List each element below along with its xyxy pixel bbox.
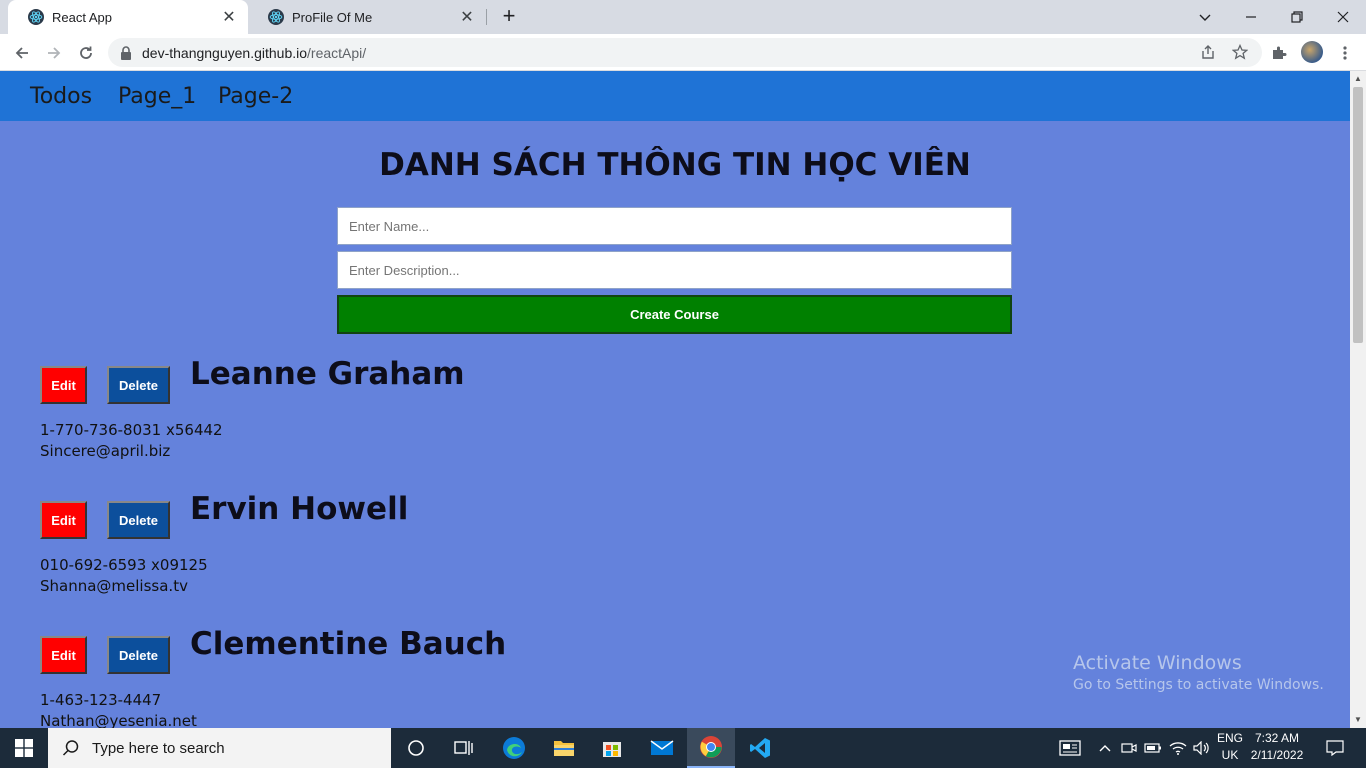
notifications-icon[interactable] xyxy=(1320,728,1350,768)
scroll-down-arrow-icon[interactable]: ▼ xyxy=(1350,712,1366,728)
close-icon[interactable]: ✕ xyxy=(220,8,238,26)
person-card: Edit Delete Leanne Graham 1-770-736-8031… xyxy=(40,356,940,496)
taskbar-search-box[interactable]: Type here to search xyxy=(48,728,391,768)
web-page: Todos Page_1 Page-2 DANH SÁCH THÔNG TIN … xyxy=(0,71,1350,728)
close-icon[interactable]: ✕ xyxy=(458,8,476,26)
person-name: Ervin Howell xyxy=(190,491,409,527)
edge-browser-icon[interactable] xyxy=(490,728,538,768)
system-clock[interactable]: 7:32 AM 2/11/2022 xyxy=(1244,730,1310,764)
windows-start-icon[interactable] xyxy=(0,728,48,768)
top-navbar: Todos Page_1 Page-2 xyxy=(0,71,1350,121)
restore-icon[interactable] xyxy=(1274,0,1320,34)
chevron-up-icon[interactable] xyxy=(1096,728,1114,768)
minimize-icon[interactable] xyxy=(1228,0,1274,34)
delete-button[interactable]: Delete xyxy=(107,501,170,539)
edit-button[interactable]: Edit xyxy=(40,366,87,404)
bookmark-star-icon[interactable] xyxy=(1230,42,1250,62)
new-tab-button[interactable]: + xyxy=(498,5,520,28)
tab-strip: React App ✕ ProFile Of Me ✕ + xyxy=(0,0,1366,34)
extensions-puzzle-icon[interactable] xyxy=(1268,42,1290,64)
person-email: Nathan@yesenia.net xyxy=(40,712,197,728)
nav-link-page-2[interactable]: Page-2 xyxy=(218,84,293,109)
close-window-icon[interactable] xyxy=(1320,0,1366,34)
clock-date: 2/11/2022 xyxy=(1250,748,1304,762)
profile-avatar[interactable] xyxy=(1301,41,1323,63)
name-input[interactable] xyxy=(337,207,1012,245)
nav-link-page-1[interactable]: Page_1 xyxy=(118,84,196,109)
news-widget-icon[interactable] xyxy=(1056,728,1084,768)
react-icon xyxy=(28,9,44,25)
address-bar[interactable]: dev-thangnguyen.github.io/reactApi/ xyxy=(108,38,1262,67)
language-region: UK xyxy=(1221,748,1239,762)
chrome-icon[interactable] xyxy=(687,728,735,768)
microsoft-store-icon[interactable] xyxy=(588,728,636,768)
volume-icon[interactable] xyxy=(1190,728,1214,768)
person-email: Shanna@melissa.tv xyxy=(40,577,188,595)
person-name: Leanne Graham xyxy=(190,356,465,392)
react-icon xyxy=(268,9,284,25)
watermark-title: Activate Windows xyxy=(1073,652,1242,674)
windows-taskbar: Type here to search ENG UK 7:32 AM 2/11/… xyxy=(0,728,1366,768)
nav-link-todos[interactable]: Todos xyxy=(30,84,92,109)
wifi-icon[interactable] xyxy=(1166,728,1190,768)
language-code: ENG xyxy=(1216,731,1243,745)
search-icon xyxy=(62,740,79,756)
vscode-icon[interactable] xyxy=(736,728,784,768)
scroll-thumb[interactable] xyxy=(1353,87,1363,343)
reload-icon[interactable] xyxy=(72,39,100,67)
file-explorer-icon[interactable] xyxy=(540,728,588,768)
description-input[interactable] xyxy=(337,251,1012,289)
battery-icon[interactable] xyxy=(1142,728,1164,768)
watermark-subtitle: Go to Settings to activate Windows. xyxy=(1073,677,1324,693)
cortana-icon[interactable] xyxy=(392,728,440,768)
search-placeholder: Type here to search xyxy=(92,739,225,757)
task-view-icon[interactable] xyxy=(440,728,488,768)
person-phone: 010-692-6593 x09125 xyxy=(40,556,208,574)
edit-button[interactable]: Edit xyxy=(40,636,87,674)
url-domain: dev-thangnguyen.github.io xyxy=(142,44,308,61)
tab-divider xyxy=(486,9,487,25)
person-email: Sincere@april.biz xyxy=(40,442,171,460)
scroll-up-arrow-icon[interactable]: ▲ xyxy=(1350,71,1366,87)
person-card: Edit Delete Clementine Bauch 1-463-123-4… xyxy=(40,626,940,728)
share-icon[interactable] xyxy=(1198,42,1218,62)
tab-search-chevron-icon[interactable] xyxy=(1182,0,1228,34)
person-name: Clementine Bauch xyxy=(190,626,507,662)
tab-title: React App xyxy=(52,9,112,25)
input-language[interactable]: ENG UK xyxy=(1214,730,1246,764)
page-scrollbar[interactable]: ▲ ▼ xyxy=(1350,71,1366,728)
tab-profile[interactable]: ProFile Of Me ✕ xyxy=(248,0,486,34)
lock-icon xyxy=(121,45,131,60)
tab-react-app[interactable]: React App ✕ xyxy=(8,0,248,34)
more-menu-icon[interactable] xyxy=(1334,42,1356,64)
page-title: DANH SÁCH THÔNG TIN HỌC VIÊN xyxy=(379,147,971,183)
person-phone: 1-770-736-8031 x56442 xyxy=(40,421,223,439)
clock-time: 7:32 AM xyxy=(1254,731,1300,745)
back-arrow-icon[interactable] xyxy=(8,39,36,67)
person-card: Edit Delete Ervin Howell 010-692-6593 x0… xyxy=(40,491,940,631)
url-path: /reactApi/ xyxy=(307,44,367,61)
tab-title: ProFile Of Me xyxy=(292,9,373,25)
delete-button[interactable]: Delete xyxy=(107,366,170,404)
meet-now-icon[interactable] xyxy=(1118,728,1140,768)
create-course-button[interactable]: Create Course xyxy=(337,295,1012,334)
mail-icon[interactable] xyxy=(638,728,686,768)
activate-windows-watermark: Activate Windows Go to Settings to activ… xyxy=(1073,652,1324,693)
browser-toolbar: dev-thangnguyen.github.io/reactApi/ xyxy=(0,34,1366,71)
forward-arrow-icon[interactable] xyxy=(40,39,68,67)
delete-button[interactable]: Delete xyxy=(107,636,170,674)
edit-button[interactable]: Edit xyxy=(40,501,87,539)
person-phone: 1-463-123-4447 xyxy=(40,691,162,709)
